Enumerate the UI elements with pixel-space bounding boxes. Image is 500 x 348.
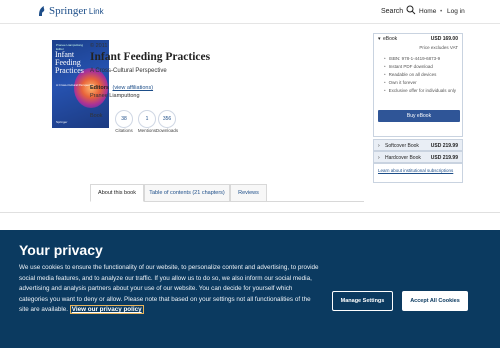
editor-name[interactable]: Pranee Liamputtong bbox=[90, 93, 140, 99]
site-header: Springer Link Search Home • Log in bbox=[0, 0, 500, 24]
chevron-right-icon: › bbox=[378, 143, 380, 149]
accept-all-cookies-button[interactable]: Accept All Cookies bbox=[402, 291, 468, 311]
vat-note: Price excludes VAT bbox=[419, 45, 458, 50]
book-subtitle: A Cross-Cultural Perspective bbox=[90, 68, 167, 74]
ebook-price: USD 169.00 bbox=[430, 36, 458, 42]
list-item: Readable on all devices bbox=[384, 72, 456, 77]
cookie-title: Your privacy bbox=[19, 242, 103, 258]
tab-table-of-contents[interactable]: Table of contents (21 chapters) bbox=[144, 184, 230, 202]
mentions-metric[interactable]: 1 bbox=[138, 110, 156, 128]
ebook-label[interactable]: eBook bbox=[383, 36, 397, 42]
softcover-label: Softcover Book bbox=[385, 143, 419, 149]
hardcover-option[interactable]: › Hardcover Book USD 219.99 bbox=[373, 151, 463, 163]
hardcover-price: USD 219.99 bbox=[430, 155, 458, 161]
cover-subtitle: A Cross-Cultural Perspective bbox=[56, 83, 95, 87]
list-item: Instant PDF download bbox=[384, 64, 456, 69]
springer-horse-icon bbox=[37, 5, 47, 17]
search-label: Search bbox=[381, 7, 404, 15]
list-item: Exclusive offer for individuals only bbox=[384, 88, 456, 93]
softcover-option[interactable]: › Softcover Book USD 219.99 bbox=[373, 139, 463, 151]
chevron-down-icon[interactable]: ▾ bbox=[378, 36, 381, 42]
tab-reviews[interactable]: Reviews bbox=[230, 184, 267, 202]
ebook-purchase-panel: ▾ eBook USD 169.00 Price excludes VAT IS… bbox=[373, 33, 463, 137]
softcover-price: USD 219.99 bbox=[430, 143, 458, 149]
institutional-subscriptions-link[interactable]: Learn about institutional subscriptions bbox=[378, 168, 460, 174]
buy-ebook-button[interactable]: Buy eBook bbox=[378, 110, 460, 122]
tab-about[interactable]: About this book bbox=[90, 184, 144, 202]
list-item: ISBN: 978-1-4419-6873-9 bbox=[384, 56, 456, 61]
content-type-label: Book bbox=[90, 113, 103, 119]
chevron-right-icon: › bbox=[378, 155, 380, 161]
copyright-year: © 2011 bbox=[90, 43, 108, 49]
editors-label: Editors bbox=[90, 85, 109, 91]
content-divider bbox=[0, 212, 500, 213]
home-link[interactable]: Home bbox=[419, 8, 436, 15]
privacy-policy-link[interactable]: View our privacy policy bbox=[69, 305, 144, 314]
citations-metric[interactable]: 38 bbox=[115, 110, 133, 128]
view-affiliations-link[interactable]: (view affiliations) bbox=[112, 85, 153, 91]
cookie-text: We use cookies to ensure the functionali… bbox=[19, 264, 319, 314]
logo-name: Springer bbox=[49, 5, 87, 17]
nav-separator: • bbox=[440, 8, 443, 15]
cookie-banner: Your privacy We use cookies to ensure th… bbox=[0, 230, 500, 348]
hardcover-label: Hardcover Book bbox=[385, 155, 421, 161]
logo-suffix: Link bbox=[88, 6, 104, 16]
search-button[interactable]: Search bbox=[381, 5, 416, 17]
downloads-label: Downloads bbox=[155, 128, 179, 133]
ebook-features: ISBN: 978-1-4419-6873-9 Instant PDF down… bbox=[384, 56, 456, 96]
downloads-metric[interactable]: 356 bbox=[158, 110, 176, 128]
list-item: Own it forever bbox=[384, 80, 456, 85]
springer-link-logo[interactable]: Springer Link bbox=[37, 5, 104, 17]
cover-publisher: Springer bbox=[56, 120, 68, 124]
institutional-box: Learn about institutional subscriptions bbox=[373, 163, 463, 183]
manage-settings-button[interactable]: Manage Settings bbox=[332, 291, 393, 311]
search-icon bbox=[403, 5, 416, 17]
login-link[interactable]: Log in bbox=[447, 8, 465, 15]
editors-line: Editors (view affiliations) bbox=[90, 85, 153, 91]
page-title: Infant Feeding Practices bbox=[90, 51, 211, 63]
